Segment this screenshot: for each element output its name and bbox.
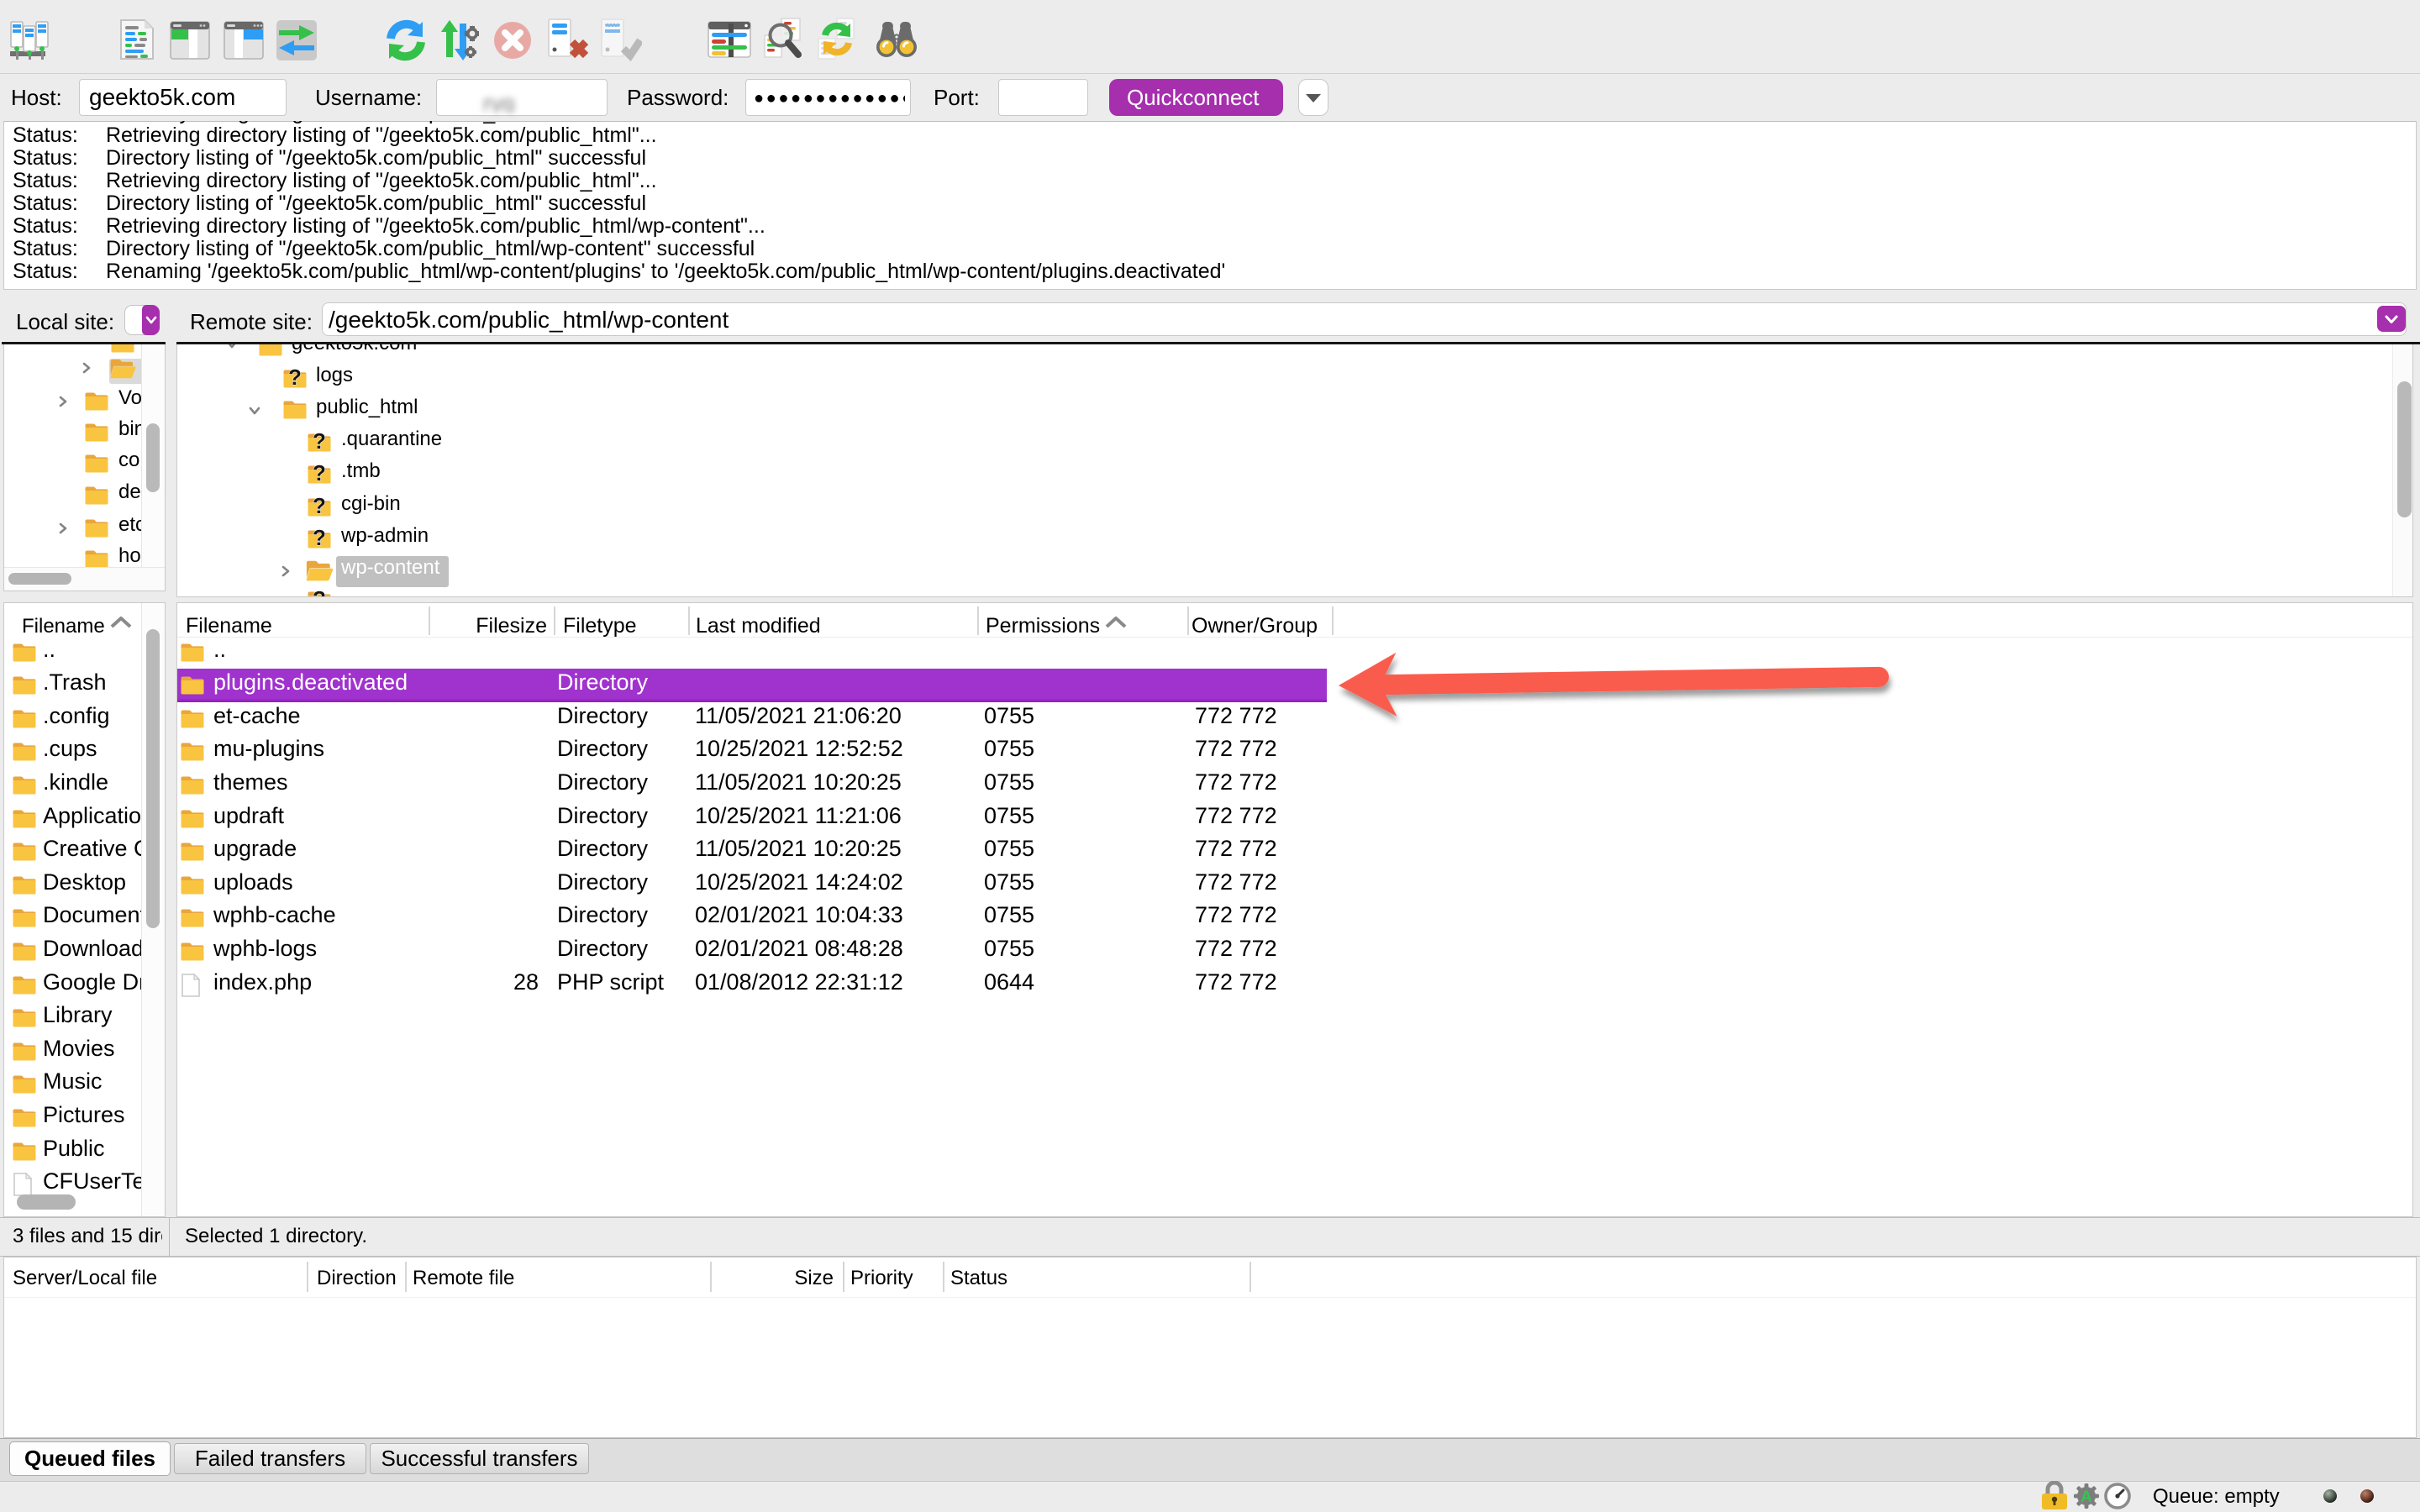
svg-text:?: ? bbox=[313, 586, 326, 597]
svg-text:?: ? bbox=[288, 365, 302, 390]
svg-text:?: ? bbox=[313, 460, 326, 486]
svg-text:?: ? bbox=[313, 525, 326, 550]
svg-text:A: A bbox=[2081, 1488, 2092, 1506]
svg-text:?: ? bbox=[313, 493, 326, 518]
svg-text:?: ? bbox=[313, 428, 326, 454]
